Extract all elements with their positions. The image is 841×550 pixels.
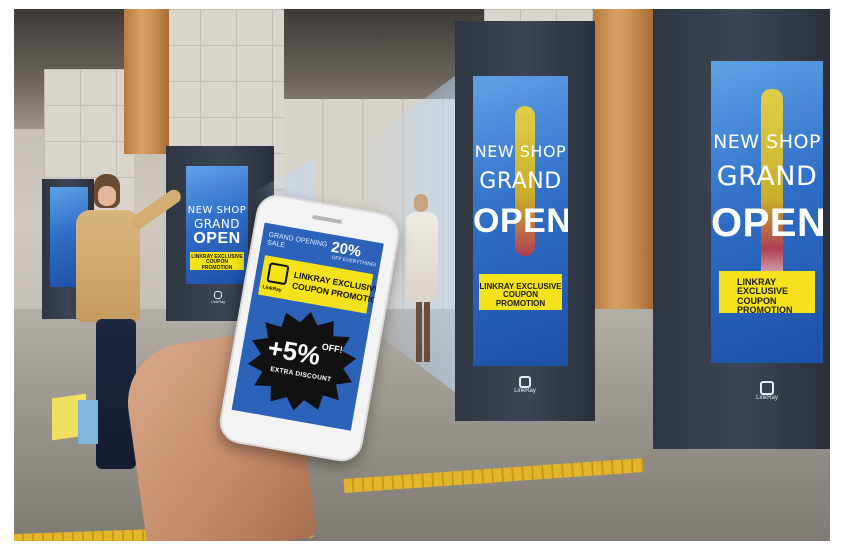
leg: [424, 302, 430, 362]
middle-promo-box: LINKRAY EXCLUSIVE COUPON PROMOTION: [190, 252, 244, 270]
screen-header-text: GRAND OPENING SALE: [266, 231, 328, 250]
center-poster: NEW SHOP GRAND OPEN LINKRAY EXCLUSIVE CO…: [473, 76, 568, 366]
leg: [416, 302, 422, 362]
white-dress: [406, 212, 438, 302]
center-kiosk-logo: LinkRay: [505, 376, 545, 394]
face: [98, 186, 116, 206]
middle-poster: NEW SHOP GRAND OPEN LINKRAY EXCLUSIVE CO…: [186, 166, 248, 284]
middle-kiosk-logo: LinkRay: [206, 291, 230, 304]
right-poster-line2: GRAND: [716, 161, 818, 192]
station-concourse-photo: NEW SHOP GRAND OPEN LINKRAY EXCLUSIVE CO…: [14, 9, 830, 541]
middle-poster-line1: NEW SHOP: [187, 205, 247, 216]
center-kiosk-logo-text: LinkRay: [514, 388, 536, 394]
linkray-icon: [266, 262, 290, 286]
head: [414, 194, 428, 212]
middle-kiosk-logo-text: LinkRay: [210, 299, 226, 304]
background-walker: [402, 194, 442, 369]
linkray-icon: [519, 376, 531, 388]
right-promo-line2: COUPON PROMOTION: [737, 295, 793, 316]
middle-poster-line2: GRAND: [193, 217, 241, 231]
right-poster: NEW SHOP GRAND OPEN LINKRAY EXCLUSIVE CO…: [711, 61, 823, 363]
right-poster-line3: OPEN: [711, 201, 823, 245]
wood-column: [124, 9, 169, 154]
middle-poster-line3: OPEN: [193, 230, 241, 247]
center-poster-line3: OPEN: [473, 202, 568, 240]
middle-promo-line2: COUPON PROMOTION: [201, 259, 233, 271]
center-promo-line2: COUPON PROMOTION: [495, 290, 546, 308]
center-poster-line1: NEW SHOP: [474, 142, 567, 161]
right-promo-box: LINKRAY EXCLUSIVE COUPON PROMOTION: [719, 271, 815, 316]
right-promo-line1: LINKRAY EXCLUSIVE: [737, 277, 789, 297]
right-poster-line1: NEW SHOP: [713, 131, 821, 153]
center-poster-line2: GRAND: [479, 169, 562, 194]
linkray-icon: [214, 291, 222, 299]
center-promo-box: LINKRAY EXCLUSIVE COUPON PROMOTION: [479, 274, 562, 310]
right-kiosk-logo: LinkRay: [747, 381, 787, 401]
coupon-value-pct: %: [294, 337, 323, 372]
screen-promo-logo-text: LinkRay: [261, 284, 283, 294]
linkray-icon: [760, 381, 774, 395]
right-kiosk-logo-text: LinkRay: [756, 395, 778, 401]
beige-jacket: [76, 210, 140, 322]
shopping-bag-blue: [78, 400, 98, 444]
right-kiosk: NEW SHOP GRAND OPEN LINKRAY EXCLUSIVE CO…: [653, 9, 830, 449]
center-kiosk: NEW SHOP GRAND OPEN LINKRAY EXCLUSIVE CO…: [455, 21, 595, 421]
